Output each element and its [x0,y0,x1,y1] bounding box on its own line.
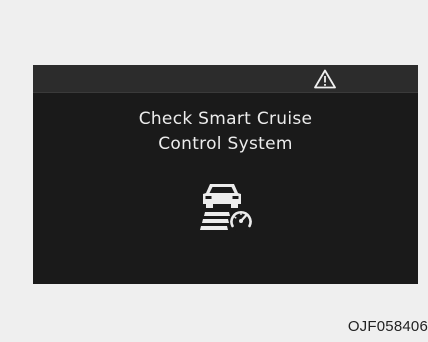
smart-cruise-control-icon [200,184,252,232]
warning-message-line-1: Check Smart Cruise [138,109,313,129]
cluster-display: Check Smart Cruise Control System [33,65,418,284]
warning-triangle-icon [314,69,336,89]
warning-message-line-2: Control System [158,134,293,154]
warning-message: Check Smart Cruise Control System [33,107,418,157]
status-bar [33,65,418,93]
figure-code: OJF058406 [347,318,428,335]
